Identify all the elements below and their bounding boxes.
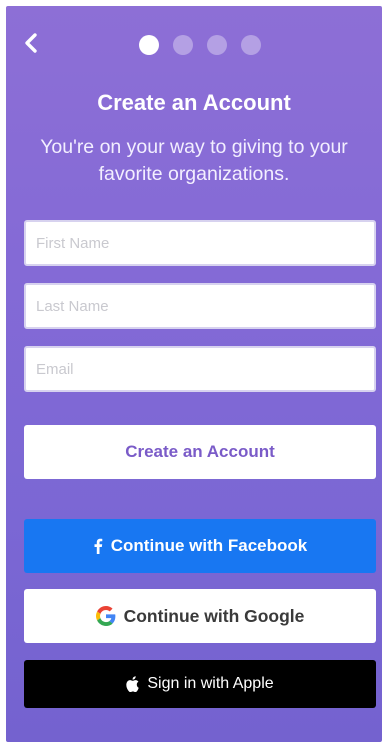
progress-dot-2: [173, 35, 193, 55]
page-subtitle: You're on your way to giving to your fav…: [40, 136, 348, 185]
continue-with-google-button[interactable]: Continue with Google: [24, 589, 376, 643]
first-name-field[interactable]: [24, 220, 376, 266]
email-field[interactable]: [24, 346, 376, 392]
create-account-button[interactable]: Create an Account: [24, 425, 376, 479]
progress-dot-4: [241, 35, 261, 55]
facebook-icon: [93, 538, 103, 554]
back-button[interactable]: [20, 30, 42, 56]
google-icon: [95, 606, 116, 626]
progress-dot-1: [139, 35, 159, 55]
page-title: Create an Account: [97, 90, 291, 115]
signup-screen: Create an Account You're on your way to …: [0, 0, 388, 742]
signup-panel: Create an Account You're on your way to …: [6, 6, 382, 742]
apple-button-label: Sign in with Apple: [147, 675, 274, 692]
create-account-label: Create an Account: [125, 442, 275, 461]
google-button-label: Continue with Google: [123, 605, 305, 626]
chevron-left-icon: [20, 30, 42, 56]
progress-dots: [139, 35, 261, 55]
sign-in-with-apple-button[interactable]: Sign in with Apple: [24, 660, 376, 708]
last-name-field[interactable]: [24, 283, 376, 329]
continue-with-facebook-button[interactable]: Continue with Facebook: [24, 519, 376, 573]
progress-dot-3: [207, 35, 227, 55]
apple-icon: [126, 676, 140, 692]
facebook-button-label: Continue with Facebook: [110, 536, 308, 555]
